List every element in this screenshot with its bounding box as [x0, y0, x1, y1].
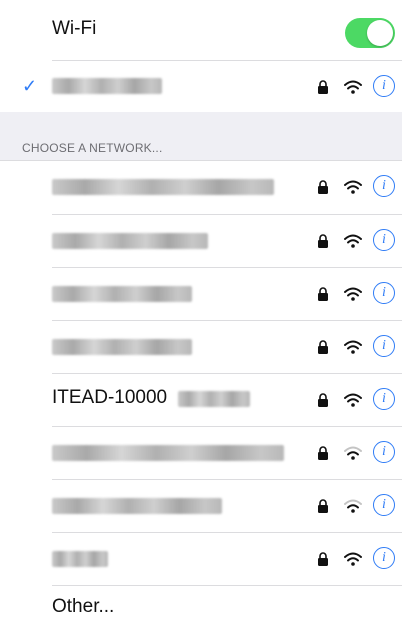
wifi-icon	[344, 80, 362, 94]
network-name-redacted	[52, 286, 192, 302]
network-row[interactable]: ITEAD-10000 i	[0, 374, 402, 425]
wifi-icon	[344, 340, 362, 354]
network-row[interactable]: i	[0, 321, 402, 372]
lock-icon	[318, 287, 328, 301]
wifi-icon	[344, 552, 362, 566]
wifi-icon	[344, 287, 362, 301]
lock-icon	[318, 80, 328, 94]
connected-network-row[interactable]: ✓ i	[0, 61, 402, 112]
network-row[interactable]: i	[0, 427, 402, 478]
other-network-label: Other...	[52, 596, 115, 617]
checkmark-icon: ✓	[22, 76, 38, 96]
info-icon[interactable]: i	[373, 494, 395, 516]
choose-network-header: CHOOSE A NETWORK...	[22, 141, 163, 155]
wifi-settings-screen: Wi-Fi ✓ i CHOOSE A NETWORK... i i i i IT…	[0, 0, 402, 626]
network-row[interactable]: i	[0, 161, 402, 212]
network-name-redacted	[52, 498, 222, 514]
network-name-redacted	[178, 391, 250, 407]
wifi-toggle[interactable]	[345, 18, 395, 48]
info-icon[interactable]: i	[373, 75, 395, 97]
network-row[interactable]: i	[0, 268, 402, 319]
info-icon[interactable]: i	[373, 547, 395, 569]
network-row[interactable]: i	[0, 533, 402, 584]
info-icon[interactable]: i	[373, 282, 395, 304]
network-name: ITEAD-10000	[52, 387, 168, 408]
lock-icon	[318, 552, 328, 566]
info-icon[interactable]: i	[373, 335, 395, 357]
wifi-icon	[344, 393, 362, 407]
info-icon[interactable]: i	[373, 229, 395, 251]
network-row[interactable]: i	[0, 215, 402, 266]
wifi-icon	[344, 180, 362, 194]
wifi-top-group: Wi-Fi ✓ i	[0, 0, 402, 112]
connected-network-name-redacted	[52, 78, 162, 94]
lock-icon	[318, 234, 328, 248]
lock-icon	[318, 499, 328, 513]
wifi-weak-icon	[344, 499, 362, 513]
network-name-redacted	[52, 233, 208, 249]
network-name-redacted	[52, 445, 284, 461]
lock-icon	[318, 340, 328, 354]
network-name-redacted	[52, 551, 108, 567]
network-row[interactable]: i	[0, 480, 402, 531]
toggle-knob	[367, 20, 393, 46]
lock-icon	[318, 393, 328, 407]
info-icon[interactable]: i	[373, 175, 395, 197]
network-name-redacted	[52, 339, 192, 355]
wifi-weak-icon	[344, 446, 362, 460]
wifi-icon	[344, 234, 362, 248]
wifi-title: Wi-Fi	[52, 18, 97, 39]
lock-icon	[318, 180, 328, 194]
info-icon[interactable]: i	[373, 388, 395, 410]
info-icon[interactable]: i	[373, 441, 395, 463]
lock-icon	[318, 446, 328, 460]
other-network-row[interactable]: Other...	[0, 586, 402, 626]
network-name-redacted	[52, 179, 274, 195]
